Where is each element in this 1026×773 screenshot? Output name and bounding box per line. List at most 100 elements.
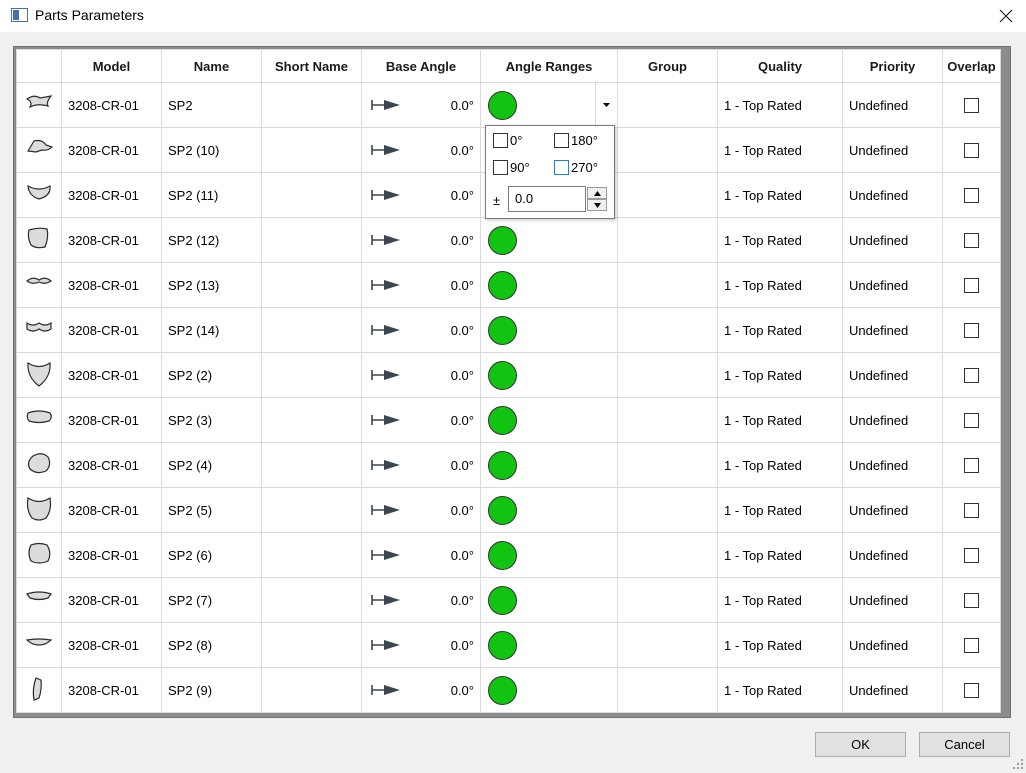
quality-cell[interactable]: 1 - Top Rated xyxy=(717,487,843,533)
name-cell[interactable]: SP2 (5) xyxy=(161,487,262,533)
cancel-button[interactable]: Cancel xyxy=(919,732,1010,757)
close-button[interactable] xyxy=(986,0,1026,32)
angle-ranges-cell[interactable] xyxy=(480,532,618,578)
overlap-checkbox[interactable] xyxy=(964,683,979,699)
model-cell[interactable]: 3208-CR-01 xyxy=(61,532,162,578)
quality-cell[interactable]: 1 - Top Rated xyxy=(717,667,843,713)
group-cell[interactable] xyxy=(617,442,718,488)
model-cell[interactable]: 3208-CR-01 xyxy=(61,397,162,443)
base-angle-cell[interactable]: 0.0° xyxy=(361,397,481,443)
model-cell[interactable]: 3208-CR-01 xyxy=(61,622,162,668)
base-angle-cell[interactable]: 0.0° xyxy=(361,82,481,128)
short-name-cell[interactable] xyxy=(261,352,362,398)
group-cell[interactable] xyxy=(617,622,718,668)
overlap-checkbox[interactable] xyxy=(964,458,979,474)
quality-cell[interactable]: 1 - Top Rated xyxy=(717,397,843,443)
model-cell[interactable]: 3208-CR-01 xyxy=(61,442,162,488)
base-angle-cell[interactable]: 0.0° xyxy=(361,352,481,398)
quality-cell[interactable]: 1 - Top Rated xyxy=(717,172,843,218)
overlap-checkbox[interactable] xyxy=(964,278,979,294)
priority-cell[interactable]: Undefined xyxy=(842,667,943,713)
priority-cell[interactable]: Undefined xyxy=(842,217,943,263)
quality-cell[interactable]: 1 - Top Rated xyxy=(717,532,843,578)
model-cell[interactable]: 3208-CR-01 xyxy=(61,172,162,218)
short-name-cell[interactable] xyxy=(261,532,362,578)
base-angle-cell[interactable]: 0.0° xyxy=(361,217,481,263)
angle-ranges-cell[interactable] xyxy=(480,352,618,398)
model-cell[interactable]: 3208-CR-01 xyxy=(61,262,162,308)
angle-option-270[interactable]: 270° xyxy=(554,160,598,175)
angle-ranges-cell[interactable] xyxy=(480,307,618,353)
name-cell[interactable]: SP2 (13) xyxy=(161,262,262,308)
model-cell[interactable]: 3208-CR-01 xyxy=(61,217,162,263)
table-row[interactable]: 3208-CR-01 SP2 (14) 0.0° 1 - Top Rated Undef… xyxy=(16,307,1001,353)
priority-cell[interactable]: Undefined xyxy=(842,532,943,578)
model-cell[interactable]: 3208-CR-01 xyxy=(61,307,162,353)
name-cell[interactable]: SP2 (6) xyxy=(161,532,262,578)
short-name-cell[interactable] xyxy=(261,667,362,713)
overlap-checkbox[interactable] xyxy=(964,233,979,249)
column-header-icon[interactable] xyxy=(16,49,62,83)
model-cell[interactable]: 3208-CR-01 xyxy=(61,352,162,398)
quality-cell[interactable]: 1 - Top Rated xyxy=(717,127,843,173)
overlap-checkbox[interactable] xyxy=(964,413,979,429)
table-row[interactable]: 3208-CR-01 SP2 (2) 0.0° 1 - Top Rated Undefi… xyxy=(16,352,1001,398)
table-row[interactable]: 3208-CR-01 SP2 (8) 0.0° 1 - Top Rated Undefi… xyxy=(16,622,1001,668)
priority-cell[interactable]: Undefined xyxy=(842,127,943,173)
angle-0-checkbox[interactable] xyxy=(493,133,508,148)
model-cell[interactable]: 3208-CR-01 xyxy=(61,127,162,173)
column-header-group[interactable]: Group xyxy=(617,49,718,83)
name-cell[interactable]: SP2 (9) xyxy=(161,667,262,713)
quality-cell[interactable]: 1 - Top Rated xyxy=(717,82,843,128)
overlap-checkbox[interactable] xyxy=(964,368,979,384)
table-row[interactable]: 3208-CR-01 SP2 (12) 0.0° 1 - Top Rated Undef… xyxy=(16,217,1001,263)
table-row[interactable]: 3208-CR-01 SP2 (3) 0.0° 1 - Top Rated Undefi… xyxy=(16,397,1001,443)
priority-cell[interactable]: Undefined xyxy=(842,622,943,668)
short-name-cell[interactable] xyxy=(261,172,362,218)
ok-button[interactable]: OK xyxy=(815,732,906,757)
angle-ranges-cell[interactable] xyxy=(480,262,618,308)
column-header-overlap[interactable]: Overlap xyxy=(942,49,1001,83)
base-angle-cell[interactable]: 0.0° xyxy=(361,127,481,173)
priority-cell[interactable]: Undefined xyxy=(842,352,943,398)
short-name-cell[interactable] xyxy=(261,577,362,623)
column-header-model[interactable]: Model xyxy=(61,49,162,83)
short-name-cell[interactable] xyxy=(261,82,362,128)
angle-90-checkbox[interactable] xyxy=(493,160,508,175)
group-cell[interactable] xyxy=(617,397,718,443)
priority-cell[interactable]: Undefined xyxy=(842,577,943,623)
short-name-cell[interactable] xyxy=(261,622,362,668)
tolerance-input[interactable]: 0.0 xyxy=(508,186,586,212)
quality-cell[interactable]: 1 - Top Rated xyxy=(717,577,843,623)
overlap-checkbox[interactable] xyxy=(964,503,979,519)
model-cell[interactable]: 3208-CR-01 xyxy=(61,577,162,623)
quality-cell[interactable]: 1 - Top Rated xyxy=(717,307,843,353)
column-header-base-angle[interactable]: Base Angle xyxy=(361,49,481,83)
overlap-checkbox[interactable] xyxy=(964,188,979,204)
table-row[interactable]: 3208-CR-01 SP2 (5) 0.0° 1 - Top Rated Undefi… xyxy=(16,487,1001,533)
short-name-cell[interactable] xyxy=(261,442,362,488)
quality-cell[interactable]: 1 - Top Rated xyxy=(717,262,843,308)
column-header-quality[interactable]: Quality xyxy=(717,49,843,83)
name-cell[interactable]: SP2 xyxy=(161,82,262,128)
angle-ranges-cell[interactable] xyxy=(480,667,618,713)
table-row[interactable]: 3208-CR-01 SP2 0.0° 1 - Top Rated Undefined xyxy=(16,82,1001,128)
quality-cell[interactable]: 1 - Top Rated xyxy=(717,217,843,263)
quality-cell[interactable]: 1 - Top Rated xyxy=(717,352,843,398)
short-name-cell[interactable] xyxy=(261,307,362,353)
group-cell[interactable] xyxy=(617,307,718,353)
short-name-cell[interactable] xyxy=(261,127,362,173)
name-cell[interactable]: SP2 (4) xyxy=(161,442,262,488)
table-row[interactable]: 3208-CR-01 SP2 (4) 0.0° 1 - Top Rated Undefi… xyxy=(16,442,1001,488)
priority-cell[interactable]: Undefined xyxy=(842,82,943,128)
column-header-priority[interactable]: Priority xyxy=(842,49,943,83)
spin-up-button[interactable] xyxy=(587,187,607,199)
base-angle-cell[interactable]: 0.0° xyxy=(361,442,481,488)
spin-down-button[interactable] xyxy=(587,199,607,211)
priority-cell[interactable]: Undefined xyxy=(842,487,943,533)
priority-cell[interactable]: Undefined xyxy=(842,397,943,443)
angle-option-0[interactable]: 0° xyxy=(493,133,522,148)
group-cell[interactable] xyxy=(617,82,718,128)
priority-cell[interactable]: Undefined xyxy=(842,307,943,353)
group-cell[interactable] xyxy=(617,127,718,173)
